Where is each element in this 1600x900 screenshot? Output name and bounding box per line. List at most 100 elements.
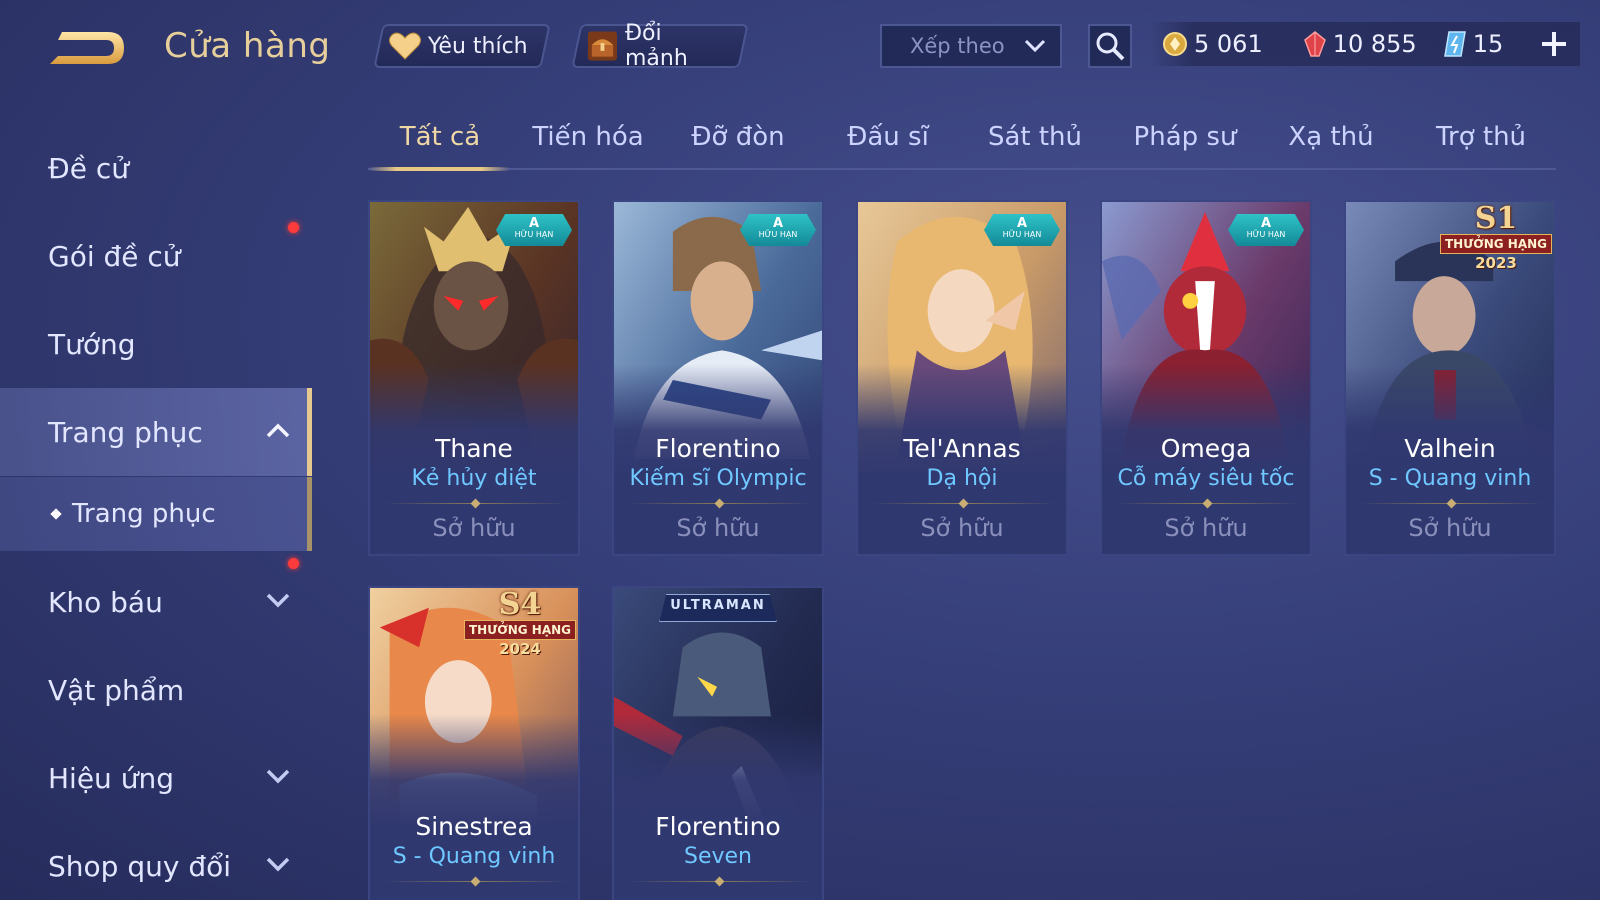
sidebar-item-label: Gói đề cử: [48, 239, 181, 273]
sidebar-item-label: Vật phẩm: [48, 673, 185, 707]
favorites-button[interactable]: Yêu thích: [373, 24, 551, 68]
tab-mage[interactable]: Pháp sư: [1115, 122, 1255, 152]
hero-name: Tel'Annas: [903, 434, 1021, 463]
sidebar-item-effects[interactable]: Hiệu ứng: [0, 734, 312, 822]
sidebar-item-items[interactable]: Vật phẩm: [0, 646, 312, 734]
ruby-currency: 10 855: [1303, 30, 1417, 58]
ruby-icon: [1303, 31, 1326, 57]
notification-dot: [288, 558, 299, 569]
active-tab-indicator: [368, 167, 510, 171]
collab-badge: ULTRAMAN: [614, 594, 822, 622]
chevron-up-icon: [266, 423, 290, 438]
skin-card[interactable]: A HỮU HẠN Thane Kẻ hủy diệt Sở hữu: [368, 200, 580, 556]
page-title: Cửa hàng: [164, 26, 331, 66]
hero-name: Florentino: [655, 812, 781, 841]
owned-status: Sở hữu: [432, 514, 516, 542]
favorites-label: Yêu thích: [428, 33, 528, 59]
currency-bar: 5 061 10 855 15: [1150, 22, 1580, 66]
skin-card[interactable]: A HỮU HẠN Florentino Kiếm sĩ Olympic Sở …: [612, 200, 824, 556]
sidebar-item-featured[interactable]: Đề cử: [0, 124, 312, 212]
tab-evolution[interactable]: Tiến hóa: [518, 122, 658, 152]
back-arrow-icon: [50, 32, 124, 64]
card-fade: [614, 714, 822, 900]
notification-dot: [288, 222, 299, 233]
voucher-currency: 15: [1443, 30, 1504, 58]
search-icon: [1096, 32, 1125, 61]
exchange-label: Đổi mảnh: [624, 21, 688, 71]
skin-card[interactable]: A HỮU HẠN Tel'Annas Dạ hội Sở hữu: [856, 200, 1068, 556]
season-year: 2023: [1475, 254, 1517, 272]
category-tabs: Tất cả Tiến hóa Đỡ đòn Đấu sĩ Sát thủ Ph…: [368, 112, 1556, 171]
owned-status: Sở hữu: [676, 514, 760, 542]
skin-card[interactable]: A HỮU HẠN Omega Cỗ máy siêu tốc Sở hữu: [1100, 200, 1312, 556]
sidebar-subitem-skins[interactable]: Trang phục: [0, 477, 312, 551]
skin-name: Dạ hội: [926, 466, 998, 491]
gold-coin-icon: [1163, 32, 1187, 56]
sidebar-item-featured-bundles[interactable]: Gói đề cử: [0, 212, 312, 300]
season-label: S4: [498, 587, 542, 622]
tab-fighter[interactable]: Đấu sĩ: [818, 122, 958, 152]
limited-badge: A HỮU HẠN: [984, 214, 1060, 246]
sidebar-item-skins[interactable]: Trang phục: [0, 388, 312, 476]
badge-text: HỮU HẠN: [1002, 230, 1042, 239]
owned-status: Sở hữu: [920, 514, 1004, 542]
skin-card[interactable]: S1 THƯỞNG HẠNG 2023 Valhein S - Quang vi…: [1344, 200, 1556, 556]
skin-name: S - Quang vinh: [392, 844, 556, 869]
bullet-icon: [50, 508, 62, 520]
season-rank-badge: S4 THƯỞNG HẠNG 2024: [462, 590, 578, 660]
sidebar-item-label: Trang phục: [48, 415, 203, 449]
chevron-down-icon: [266, 593, 290, 608]
tab-tank[interactable]: Đỡ đòn: [668, 122, 808, 152]
tab-assassin[interactable]: Sát thủ: [965, 122, 1105, 152]
badge-text: HỮU HẠN: [1246, 230, 1286, 239]
sidebar-item-exchange-shop[interactable]: Shop quy đổi: [0, 822, 312, 900]
badge-grade: A: [528, 216, 540, 231]
skin-card[interactable]: S4 THƯỞNG HẠNG 2024 Sinestrea S - Quang …: [368, 586, 580, 900]
voucher-icon: [1443, 31, 1466, 57]
search-button[interactable]: [1088, 24, 1132, 68]
exchange-shards-button[interactable]: Đổi mảnh: [571, 21, 749, 71]
heart-icon: [389, 32, 421, 60]
treasure-chest-icon: [587, 31, 617, 61]
gold-currency: 5 061: [1162, 30, 1263, 58]
sidebar-item-treasure[interactable]: Kho báu: [0, 558, 312, 646]
season-label: S1: [1474, 201, 1518, 236]
limited-badge: A HỮU HẠN: [1228, 214, 1304, 246]
hero-name: Sinestrea: [415, 812, 533, 841]
hero-name: Valhein: [1404, 434, 1496, 463]
sidebar-item-label: Tướng: [48, 327, 136, 361]
sort-dropdown[interactable]: Xếp theo: [880, 24, 1062, 68]
rank-reward-label: THƯỞNG HẠNG: [1440, 234, 1552, 254]
sort-label: Xếp theo: [910, 34, 1005, 58]
owned-status: Sở hữu: [1408, 514, 1492, 542]
badge-grade: A: [1016, 216, 1028, 231]
skin-name: Cỗ máy siêu tốc: [1117, 466, 1295, 491]
skin-card[interactable]: ULTRAMAN Florentino Seven: [612, 586, 824, 900]
owned-status: Sở hữu: [1164, 514, 1248, 542]
skin-name: Kiếm sĩ Olympic: [629, 466, 807, 491]
limited-badge: A HỮU HẠN: [740, 214, 816, 246]
sidebar-item-label: Shop quy đổi: [48, 849, 231, 883]
collab-label: ULTRAMAN: [659, 594, 777, 622]
badge-text: HỮU HẠN: [758, 230, 798, 239]
chevron-down-icon: [266, 857, 290, 872]
gold-amount: 5 061: [1194, 30, 1263, 58]
sidebar-item-label: Kho báu: [48, 585, 163, 619]
back-button[interactable]: [48, 24, 128, 74]
rank-reward-label: THƯỞNG HẠNG: [464, 620, 576, 640]
tab-marksman[interactable]: Xạ thủ: [1261, 122, 1401, 152]
ruby-amount: 10 855: [1332, 30, 1417, 58]
hero-name: Thane: [435, 434, 513, 463]
limited-badge: A HỮU HẠN: [496, 214, 572, 246]
plus-icon: [1542, 32, 1566, 56]
season-rank-badge: S1 THƯỞNG HẠNG 2023: [1438, 204, 1554, 274]
add-currency-button[interactable]: [1536, 26, 1572, 62]
sidebar-item-heroes[interactable]: Tướng: [0, 300, 312, 388]
voucher-amount: 15: [1472, 30, 1504, 58]
sidebar-item-label: Đề cử: [48, 151, 129, 185]
tab-support[interactable]: Trợ thủ: [1411, 122, 1551, 152]
tab-all[interactable]: Tất cả: [370, 122, 510, 152]
card-fade: [370, 714, 578, 900]
sidebar-item-label: Trang phục: [72, 499, 216, 529]
hero-name: Florentino: [655, 434, 781, 463]
